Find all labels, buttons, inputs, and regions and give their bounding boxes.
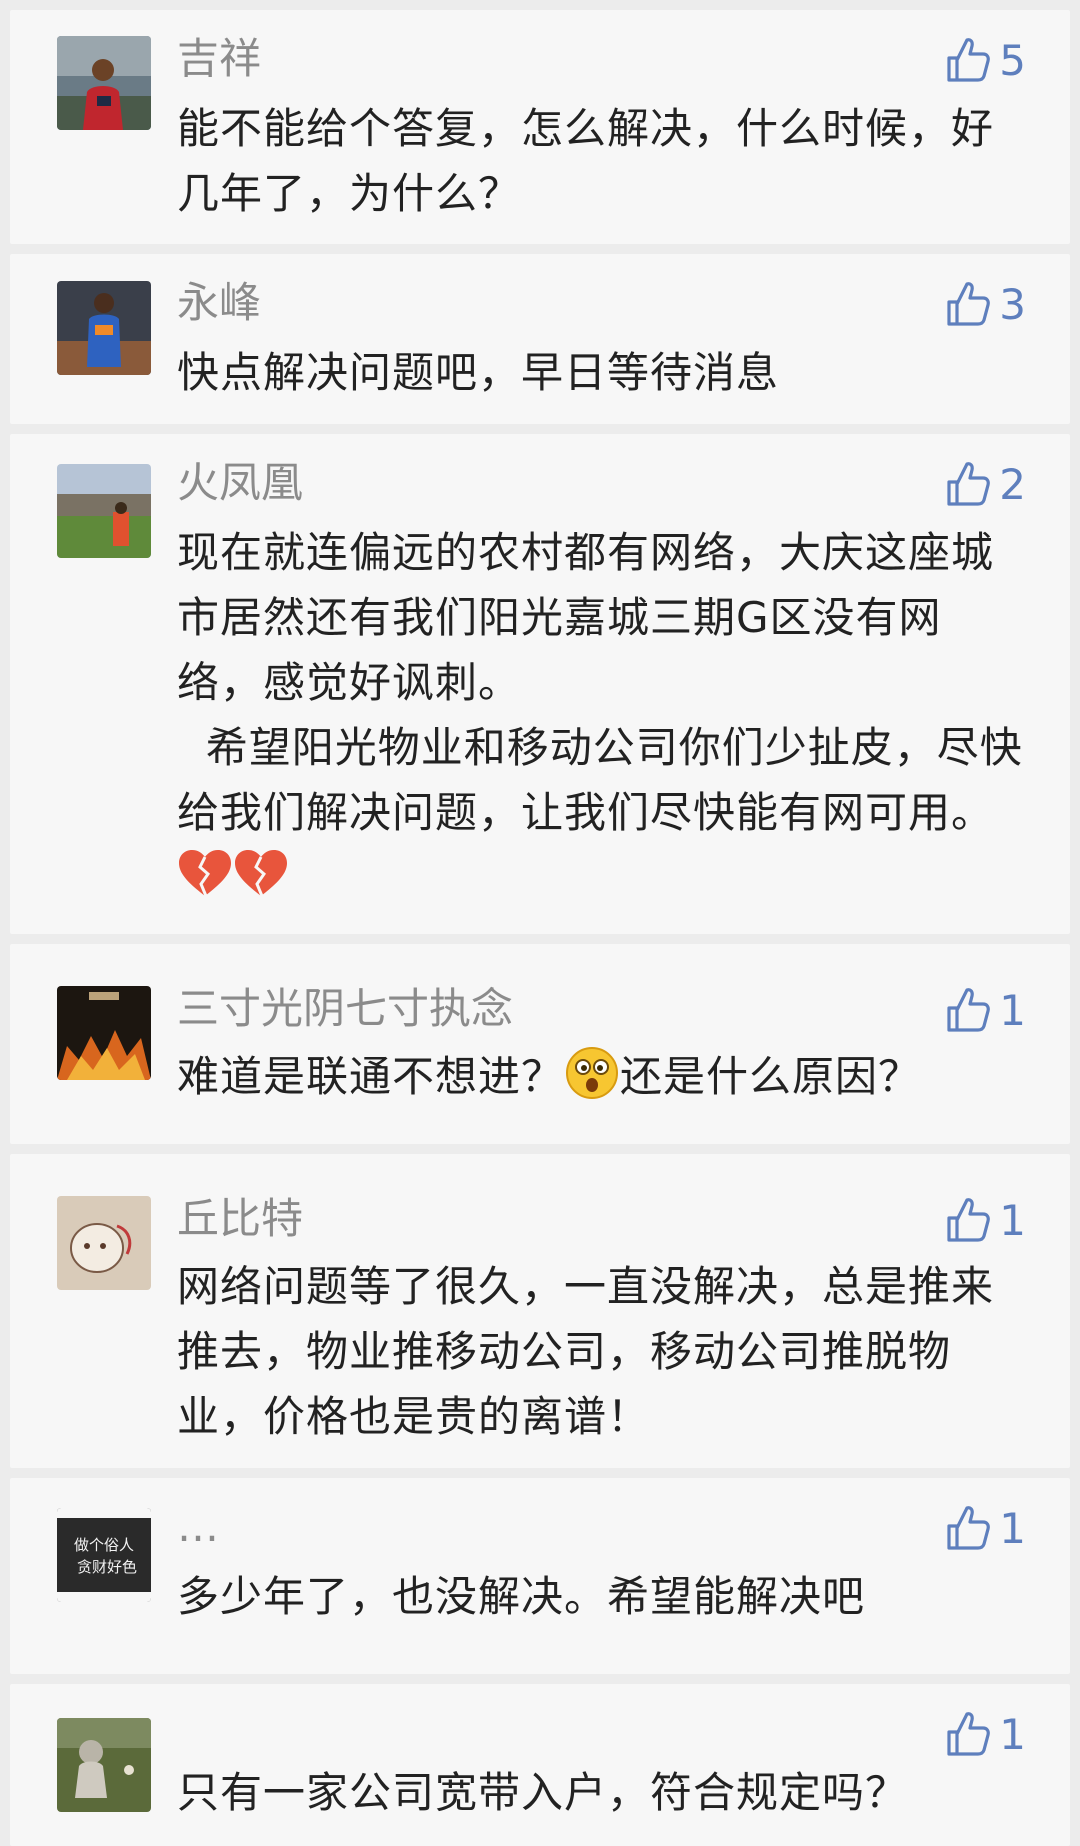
svg-text:做个俗人: 做个俗人 <box>74 1536 134 1554</box>
comment-text-part: 难道是联通不想进？ <box>177 1052 565 1101</box>
like-count: 3 <box>999 279 1026 329</box>
avatar[interactable] <box>57 986 151 1080</box>
thumbs-up-icon <box>945 1710 991 1758</box>
like-count: 1 <box>999 1503 1026 1553</box>
comment-paragraph: 现在就连偏远的农村都有网络，大庆这座城市居然还有我们阳光嘉城三期G区没有网络，感… <box>177 528 995 707</box>
comment-list: 吉祥 5 能不能给个答复，怎么解决，什么时候，好几年了，为什么？ 永峰 3 快点… <box>0 0 1080 1846</box>
like-count: 1 <box>999 1709 1026 1759</box>
avatar[interactable]: 做个俗人 贪财好色 <box>57 1508 151 1602</box>
comment-item: 三寸光阴七寸执念 1 难道是联通不想进？ 还是什么原因？ <box>10 944 1070 1144</box>
like-button[interactable]: 1 <box>945 982 1026 1038</box>
comment-text: 快点解决问题吧，早日等待消息 <box>177 348 780 397</box>
like-count: 5 <box>999 35 1026 85</box>
thumbs-up-icon <box>945 36 991 84</box>
comment-paragraph: 希望阳光物业和移动公司你们少扯皮，尽快给我们解决问题，让我们尽快能有网可用。 <box>177 715 1027 910</box>
like-button[interactable]: 1 <box>945 1192 1026 1248</box>
comment-item: 做个俗人 贪财好色 … 1 多少年了，也没解决。希望能解决吧 <box>10 1478 1070 1674</box>
comment-author[interactable]: 永峰 <box>177 276 261 330</box>
thumbs-up-icon <box>945 1196 991 1244</box>
comment-text: 现在就连偏远的农村都有网络，大庆这座城市居然还有我们阳光嘉城三期G区没有网络，感… <box>177 520 1027 910</box>
comment-author[interactable]: 火凤凰 <box>177 456 303 510</box>
broken-heart-icon <box>233 848 289 898</box>
comment-text: 只有一家公司宽带入户，符合规定吗？ <box>177 1768 909 1817</box>
thumbs-up-icon <box>945 280 991 328</box>
svg-text:贪财好色: 贪财好色 <box>77 1558 137 1576</box>
thumbs-up-icon <box>945 1504 991 1552</box>
broken-heart-icon <box>177 848 233 898</box>
like-button[interactable]: 3 <box>945 276 1026 332</box>
comment-item: 1 只有一家公司宽带入户，符合规定吗？ <box>10 1684 1070 1846</box>
avatar[interactable] <box>57 36 151 130</box>
comment-paragraph-text: 希望阳光物业和移动公司你们少扯皮，尽快给我们解决问题，让我们尽快能有网可用。 <box>177 723 1023 837</box>
comment-item: 火凤凰 2 现在就连偏远的农村都有网络，大庆这座城市居然还有我们阳光嘉城三期G区… <box>10 434 1070 934</box>
comment-item: 吉祥 5 能不能给个答复，怎么解决，什么时候，好几年了，为什么？ <box>10 10 1070 244</box>
like-count: 2 <box>999 459 1026 509</box>
avatar[interactable] <box>57 1196 151 1290</box>
avatar[interactable] <box>57 464 151 558</box>
thumbs-up-icon <box>945 986 991 1034</box>
like-count: 1 <box>999 985 1026 1035</box>
like-button[interactable]: 2 <box>945 456 1026 512</box>
comment-text: 多少年了，也没解决。希望能解决吧 <box>177 1572 866 1621</box>
comment-author[interactable]: 丘比特 <box>177 1192 303 1246</box>
surprised-face-icon <box>564 1045 620 1101</box>
like-button[interactable]: 1 <box>945 1500 1026 1556</box>
comment-author[interactable]: … <box>177 1500 219 1554</box>
comment-item: 永峰 3 快点解决问题吧，早日等待消息 <box>10 254 1070 424</box>
like-button[interactable]: 1 <box>945 1706 1026 1762</box>
avatar[interactable] <box>57 1718 151 1812</box>
comment-item: 丘比特 1 网络问题等了很久，一直没解决，总是推来推去，物业推移动公司，移动公司… <box>10 1154 1070 1468</box>
comment-text: 难道是联通不想进？ 还是什么原因？ <box>177 1044 1027 1109</box>
comment-text: 网络问题等了很久，一直没解决，总是推来推去，物业推移动公司，移动公司推脱物业，价… <box>177 1262 995 1441</box>
thumbs-up-icon <box>945 460 991 508</box>
avatar[interactable] <box>57 281 151 375</box>
comment-text-part: 还是什么原因？ <box>620 1052 922 1101</box>
like-button[interactable]: 5 <box>945 32 1026 88</box>
comment-text: 能不能给个答复，怎么解决，什么时候，好几年了，为什么？ <box>177 104 995 218</box>
like-count: 1 <box>999 1195 1026 1245</box>
comment-author[interactable]: 吉祥 <box>177 32 261 86</box>
comment-author[interactable]: 三寸光阴七寸执念 <box>177 982 513 1036</box>
